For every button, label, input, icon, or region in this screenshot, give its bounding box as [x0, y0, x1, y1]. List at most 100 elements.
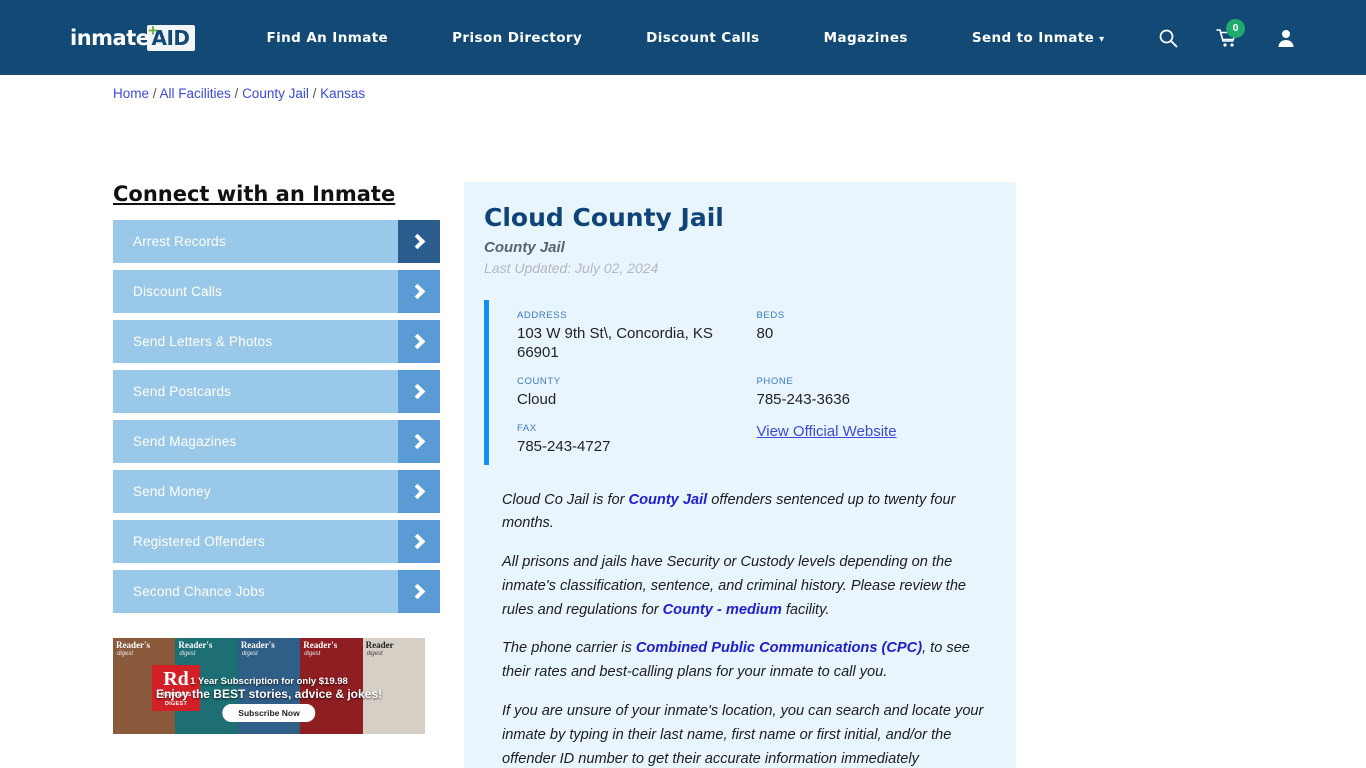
nav-item-prison-directory[interactable]: Prison Directory: [452, 30, 582, 46]
sidebar-item-label: Discount Calls: [133, 284, 223, 299]
facility-type: County Jail: [484, 238, 565, 256]
sidebar-item-label: Send Postcards: [133, 384, 232, 399]
ad-cover-sub: digest: [241, 651, 258, 657]
nav-label: Discount Calls: [646, 29, 760, 46]
chevron-right-icon: [398, 520, 440, 563]
ad-cover-title: Reader's: [303, 640, 338, 650]
sidebar-item-send-money[interactable]: Send Money: [113, 470, 440, 513]
advertisement-banner[interactable]: Reader's digest Reader's digest Reader's…: [113, 638, 425, 734]
sidebar: Connect with an Inmate Arrest Records Di…: [113, 182, 440, 768]
sidebar-item-send-postcards[interactable]: Send Postcards: [113, 370, 440, 413]
paragraph-2: All prisons and jails have Security or C…: [502, 551, 996, 622]
breadcrumb-separator: /: [149, 86, 160, 101]
breadcrumb-link-county-jail[interactable]: County Jail: [242, 86, 309, 101]
ad-cover-title: Reader's: [240, 640, 275, 650]
text-segment: If you are unsure of your inmate's locat…: [502, 702, 984, 767]
nav-label: Prison Directory: [452, 29, 583, 46]
ad-cover-sub: digest: [117, 651, 134, 657]
info-label: FAX: [517, 423, 537, 435]
facility-info-panel: ADDRESS 103 W 9th St\, Concordia, KS 669…: [484, 299, 997, 465]
chevron-right-icon: [398, 320, 440, 363]
ad-cover-sub: digest: [179, 651, 196, 657]
sidebar-item-label: Send Letters & Photos: [133, 334, 273, 349]
info-value: 80: [756, 324, 774, 342]
sidebar-item-label: Registered Offenders: [133, 534, 266, 549]
breadcrumb-link-kansas[interactable]: Kansas: [320, 86, 365, 101]
breadcrumb: Home / All Facilities / County Jail / Ka…: [113, 86, 365, 101]
header-icon-group: 0: [1158, 18, 1296, 48]
sidebar-item-arrest-records[interactable]: Arrest Records: [113, 220, 440, 263]
info-field-address: ADDRESS 103 W 9th St\, Concordia, KS 669…: [517, 310, 757, 362]
official-website-link[interactable]: View Official Website: [757, 423, 997, 440]
info-label: PHONE: [756, 376, 794, 388]
chevron-right-icon: [398, 420, 440, 463]
sidebar-item-send-letters-photos[interactable]: Send Letters & Photos: [113, 320, 440, 363]
nav-item-send-to-inmate[interactable]: Send to Inmate ▾: [972, 30, 1105, 46]
ad-cover-title: Reader: [365, 640, 394, 650]
ad-cover-sub: digest: [304, 651, 321, 657]
nav-item-find-an-inmate[interactable]: Find An Inmate: [267, 30, 389, 46]
info-field-phone: PHONE 785-243-3636: [757, 376, 997, 409]
breadcrumb-separator: /: [308, 86, 321, 101]
sidebar-item-send-magazines[interactable]: Send Magazines: [113, 420, 440, 463]
chevron-right-icon: [398, 270, 440, 313]
nav-label: Find An Inmate: [266, 29, 389, 46]
ad-subscribe-button[interactable]: Subscribe Now: [222, 704, 316, 722]
info-label: BEDS: [756, 309, 785, 321]
link-county-medium[interactable]: County - medium: [663, 602, 782, 618]
facility-card: Cloud County Jail County Jail Last Updat…: [464, 182, 1016, 768]
sidebar-title: Connect with an Inmate: [113, 182, 396, 206]
ad-subheadline: Enjoy the BEST stories, advice & jokes!: [155, 687, 383, 701]
chevron-right-icon: [398, 570, 440, 613]
chevron-right-icon: [398, 220, 440, 263]
nav-item-magazines[interactable]: Magazines: [824, 30, 908, 46]
paragraph-3: The phone carrier is Combined Public Com…: [502, 637, 996, 685]
page-title: Cloud County Jail: [484, 203, 724, 232]
info-field-beds: BEDS 80: [757, 310, 997, 362]
text-segment: facility.: [781, 601, 830, 618]
main-content: Cloud County Jail County Jail Last Updat…: [464, 182, 1016, 768]
site-header: inmate AID + Find An Inmate Prison Direc…: [0, 0, 1366, 75]
user-icon[interactable]: [1276, 28, 1296, 48]
ad-cover-title: Reader's: [116, 640, 150, 650]
nav-label: Magazines: [823, 29, 908, 46]
logo[interactable]: inmate AID +: [70, 20, 195, 51]
last-updated: Last Updated: July 02, 2024: [484, 259, 659, 276]
text-segment: Cloud Co Jail is for: [502, 491, 629, 508]
paragraph-4: If you are unsure of your inmate's locat…: [502, 700, 996, 768]
nav-label: Send to Inmate: [971, 29, 1095, 46]
link-county-jail[interactable]: County Jail: [629, 492, 708, 508]
sidebar-item-label: Arrest Records: [133, 234, 226, 249]
info-value: Cloud: [517, 391, 557, 409]
cart-icon[interactable]: 0: [1216, 18, 1245, 48]
chevron-right-icon: [398, 470, 440, 513]
info-value: 785-243-3636: [756, 391, 850, 409]
info-value: 785-243-4727: [517, 438, 611, 456]
info-label: ADDRESS: [517, 309, 568, 321]
sidebar-item-registered-offenders[interactable]: Registered Offenders: [113, 520, 440, 563]
nav-item-discount-calls[interactable]: Discount Calls: [646, 30, 759, 46]
chevron-right-icon: [398, 370, 440, 413]
logo-plus-icon: +: [148, 20, 158, 40]
breadcrumb-link-all-facilities[interactable]: All Facilities: [160, 86, 231, 101]
content-wrapper: Connect with an Inmate Arrest Records Di…: [113, 182, 1016, 768]
breadcrumb-link-home[interactable]: Home: [113, 86, 149, 101]
main-nav: Find An Inmate Prison Directory Discount…: [267, 30, 1128, 46]
sidebar-item-label: Second Chance Jobs: [133, 584, 265, 599]
link-phone-carrier[interactable]: Combined Public Communications (CPC): [636, 640, 922, 656]
paragraph-1: Cloud Co Jail is for County Jail offende…: [502, 489, 996, 537]
sidebar-item-label: Send Magazines: [133, 434, 237, 449]
cart-count-badge: 0: [1226, 18, 1245, 38]
sidebar-item-second-chance-jobs[interactable]: Second Chance Jobs: [113, 570, 440, 613]
info-field-county: COUNTY Cloud: [517, 376, 757, 409]
info-value: 103 W 9th St\, Concordia, KS 66901: [517, 324, 713, 361]
sidebar-item-discount-calls[interactable]: Discount Calls: [113, 270, 440, 313]
ad-cover-title: Reader's: [178, 640, 213, 650]
search-icon[interactable]: [1158, 28, 1178, 48]
info-label: COUNTY: [517, 376, 561, 388]
text-segment: The phone carrier is: [502, 640, 636, 657]
ad-cover-sub: digest: [366, 651, 383, 657]
facility-description: Cloud Co Jail is for County Jail offende…: [484, 489, 996, 768]
ad-logo-line2: DIGEST: [164, 701, 188, 707]
ad-headline: 1 Year Subscription for only $19.98: [190, 676, 348, 687]
